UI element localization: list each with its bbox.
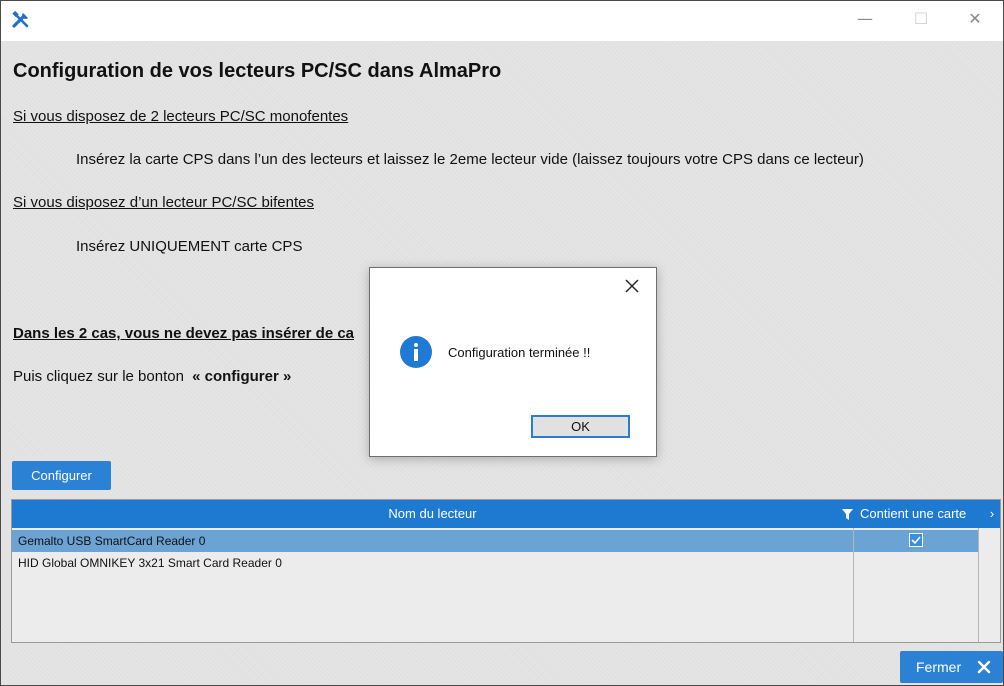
- close-icon: [977, 660, 991, 674]
- page-title: Configuration de vos lecteurs PC/SC dans…: [13, 60, 502, 82]
- window-close-button[interactable]: ✕: [961, 9, 989, 31]
- column-divider: [853, 528, 854, 642]
- ok-button[interactable]: OK: [531, 415, 630, 438]
- dialog-message: Configuration terminée !!: [448, 345, 591, 360]
- app-tools-icon: [12, 10, 29, 28]
- contains-card-checkbox[interactable]: [909, 533, 923, 547]
- filter-icon[interactable]: [842, 509, 853, 520]
- column-header-contains-card[interactable]: Contient une carte: [860, 500, 966, 528]
- check-icon: [911, 536, 921, 545]
- close-icon[interactable]: [624, 278, 640, 294]
- info-icon: [400, 336, 432, 368]
- section1-text: Insérez la carte CPS dans l’un des lecte…: [76, 151, 864, 168]
- table-header: Nom du lecteur Contient une carte ›: [12, 500, 1000, 528]
- close-button[interactable]: Fermer: [900, 651, 1003, 683]
- warning-text: Dans les 2 cas, vous ne devez pas insére…: [13, 325, 355, 342]
- instruction-prefix: Puis cliquez sur le bonton: [13, 368, 189, 385]
- reader-name: Gemalto USB SmartCard Reader 0: [18, 534, 206, 548]
- title-bar: — ☐ ✕: [1, 1, 1003, 41]
- section2-heading: Si vous disposez d’un lecteur PC/SC bife…: [13, 194, 314, 211]
- section1-heading: Si vous disposez de 2 lecteurs PC/SC mon…: [13, 108, 349, 125]
- scroll-right-icon[interactable]: ›: [984, 500, 1000, 528]
- section2-text: Insérez UNIQUEMENT carte CPS: [76, 238, 303, 255]
- maximize-button[interactable]: ☐: [907, 9, 935, 31]
- table-row[interactable]: HID Global OMNIKEY 3x21 Smart Card Reade…: [12, 552, 979, 574]
- instruction-bold: « configurer »: [192, 368, 292, 385]
- message-dialog: Configuration terminée !! OK: [369, 267, 657, 457]
- app-window: — ☐ ✕ Configuration de vos lecteurs PC/S…: [0, 0, 1004, 686]
- close-button-label: Fermer: [916, 659, 962, 675]
- column-divider: [978, 528, 979, 642]
- configure-button[interactable]: Configurer: [12, 461, 111, 490]
- instruction-text: Puis cliquez sur le bonton « configurer …: [13, 368, 291, 385]
- minimize-button[interactable]: —: [851, 9, 879, 31]
- readers-table: Nom du lecteur Contient une carte › Gema…: [11, 499, 1001, 643]
- reader-name: HID Global OMNIKEY 3x21 Smart Card Reade…: [18, 556, 282, 570]
- table-row[interactable]: Gemalto USB SmartCard Reader 0: [12, 530, 979, 552]
- column-header-name[interactable]: Nom du lecteur: [12, 500, 853, 528]
